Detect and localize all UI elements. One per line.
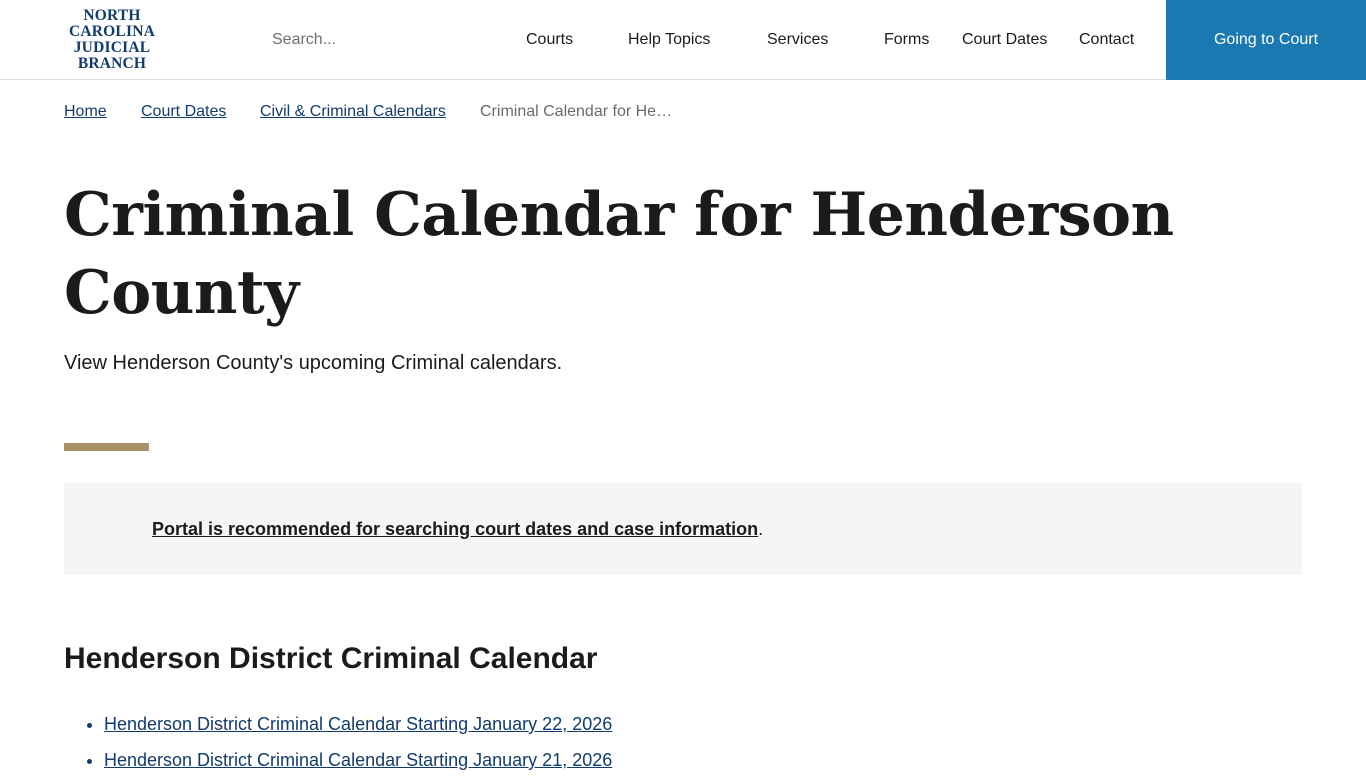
nav-court-dates[interactable]: Court Dates [962, 30, 1047, 50]
nav-help-topics[interactable]: Help Topics [628, 30, 710, 50]
list-item: Henderson District Criminal Calendar Sta… [104, 712, 612, 736]
site-header: NORTH CAROLINA JUDICIAL BRANCH Courts He… [0, 0, 1366, 80]
logo-line: NORTH [83, 7, 141, 24]
portal-notice: Portal is recommended for searching cour… [64, 483, 1302, 575]
search-input[interactable] [260, 22, 480, 58]
breadcrumb-home[interactable]: Home [64, 102, 107, 122]
logo-line: JUDICIAL [73, 39, 151, 56]
calendar-list: Henderson District Criminal Calendar Sta… [64, 712, 612, 784]
nc-judicial-branch-logo[interactable]: NORTH CAROLINA JUDICIAL BRANCH [64, 8, 160, 72]
page-title: Criminal Calendar for Henderson County [64, 180, 1174, 328]
breadcrumb-civil-criminal-calendars[interactable]: Civil & Criminal Calendars [260, 102, 446, 122]
notice-trailing: . [758, 519, 764, 539]
logo-line: CAROLINA [69, 23, 155, 40]
going-to-court-button[interactable]: Going to Court [1166, 0, 1366, 80]
section-title: Henderson District Criminal Calendar [64, 642, 598, 675]
page-subtitle: View Henderson County's upcoming Crimina… [64, 352, 563, 374]
list-item: Henderson District Criminal Calendar Sta… [104, 748, 612, 772]
notice-text: Portal is recommended for searching cour… [152, 518, 763, 540]
breadcrumb-current: Criminal Calendar for He… [480, 103, 673, 120]
nav-forms[interactable]: Forms [884, 30, 929, 50]
nav-courts[interactable]: Courts [526, 30, 573, 50]
logo-line: BRANCH [77, 55, 147, 72]
calendar-link[interactable]: Henderson District Criminal Calendar Sta… [104, 750, 612, 770]
portal-link[interactable]: Portal is recommended for searching cour… [152, 519, 758, 539]
calendar-link[interactable]: Henderson District Criminal Calendar Sta… [104, 714, 612, 734]
accent-divider [64, 443, 149, 451]
nav-contact[interactable]: Contact [1079, 30, 1134, 50]
nav-services[interactable]: Services [767, 30, 828, 50]
breadcrumb-court-dates[interactable]: Court Dates [141, 102, 226, 122]
